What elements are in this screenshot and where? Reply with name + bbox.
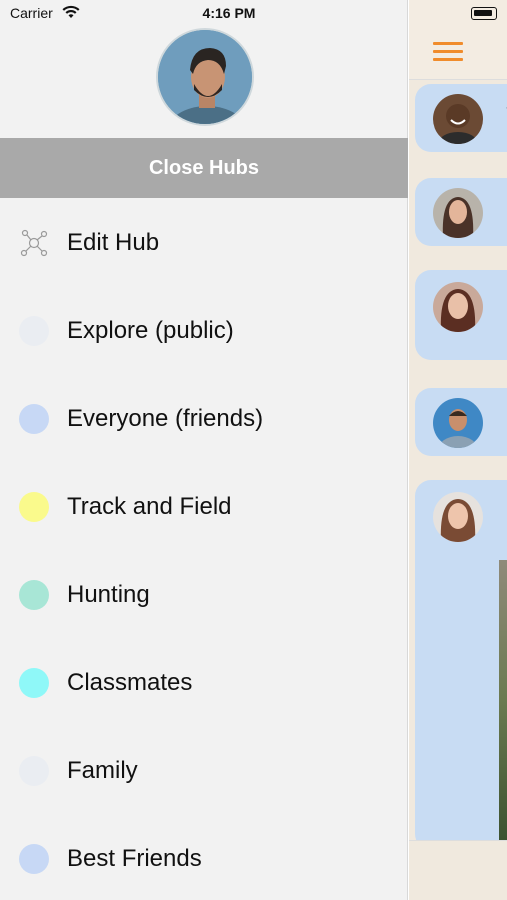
post-card[interactable]: n L	[415, 178, 507, 246]
avatar	[433, 492, 483, 542]
avatar	[433, 398, 483, 448]
hub-label: Track and Field	[67, 493, 232, 520]
battery-icon	[471, 7, 497, 20]
feed-panel: jo V n L e S u k H s N	[409, 0, 507, 900]
hamburger-icon[interactable]	[433, 42, 463, 62]
hub-color-dot	[19, 756, 49, 786]
hub-list: Edit Hub Explore (public) Everyone (frie…	[0, 199, 408, 900]
hub-item-edit[interactable]: Edit Hub	[0, 199, 408, 287]
hub-color-dot	[19, 316, 49, 346]
hub-item-family[interactable]: Family	[0, 727, 408, 815]
hub-label: Best Friends	[67, 845, 202, 872]
hub-item-track-and-field[interactable]: Track and Field	[0, 463, 408, 551]
hub-item-explore[interactable]: Explore (public)	[0, 287, 408, 375]
feed-header	[409, 0, 507, 80]
hub-label: Explore (public)	[67, 317, 234, 344]
hub-item-hunting[interactable]: Hunting	[0, 551, 408, 639]
hub-color-dot	[19, 580, 49, 610]
status-time: 4:16 PM	[202, 5, 256, 21]
hub-color-dot	[19, 668, 49, 698]
avatar	[433, 282, 483, 332]
hub-label: Everyone (friends)	[67, 405, 264, 432]
hub-color-dot	[19, 492, 49, 522]
hub-color-dot	[19, 404, 49, 434]
post-card[interactable]: e S u	[415, 270, 507, 360]
hub-drawer: Carrier 4:16 PM Close Hubs Edit Hub Expl…	[0, 0, 408, 900]
avatar	[433, 188, 483, 238]
hub-item-classmates[interactable]: Classmates	[0, 639, 408, 727]
feed-footer	[409, 840, 507, 900]
hub-label: Hunting	[67, 581, 150, 608]
hub-label: Family	[67, 757, 138, 784]
hub-item-everyone[interactable]: Everyone (friends)	[0, 375, 408, 463]
post-card[interactable]: jo V	[415, 84, 507, 152]
hub-item-best-friends[interactable]: Best Friends	[0, 815, 408, 900]
post-card[interactable]: k H	[415, 388, 507, 456]
profile-avatar[interactable]	[156, 28, 254, 126]
avatar	[433, 94, 483, 144]
hub-color-dot	[19, 844, 49, 874]
hub-label: Edit Hub	[67, 229, 160, 256]
close-hubs-button[interactable]: Close Hubs	[0, 138, 408, 198]
hub-network-icon	[19, 228, 49, 258]
hub-label: Classmates	[67, 669, 193, 696]
post-photo[interactable]	[499, 560, 507, 840]
status-bar: Carrier 4:16 PM	[0, 0, 408, 28]
post-card[interactable]: s N	[415, 480, 507, 850]
